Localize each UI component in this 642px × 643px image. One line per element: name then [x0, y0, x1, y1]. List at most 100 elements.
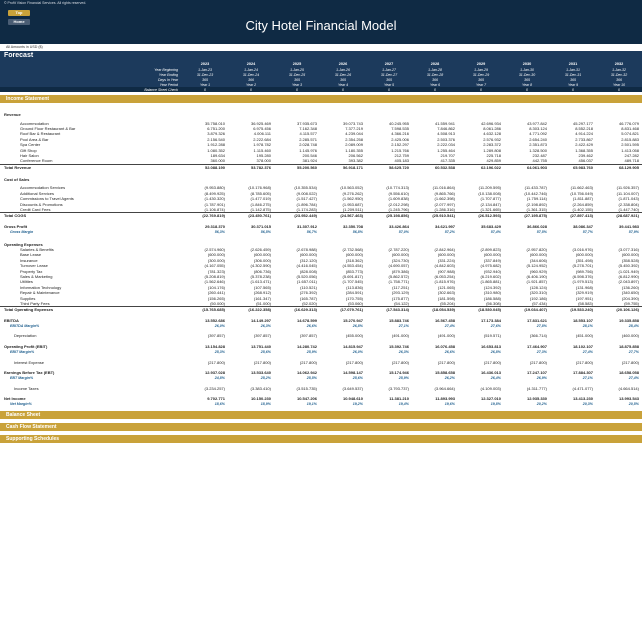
income-statement-section[interactable]: Income Statement [0, 95, 642, 103]
row-spacer [0, 234, 642, 239]
total-opex-row-cell: (17.543.314) [386, 307, 409, 313]
timeline-cell: 1-Jan-30 [520, 67, 534, 72]
balance-sheet-section[interactable]: Balance Sheet [0, 410, 642, 419]
ebt-margin-row: EBT Margin% 24,8% 25,2% 25,5% 25,6% 25,9% 26,2… [0, 375, 642, 380]
net-margin-row-cell: 20,5% [628, 402, 639, 407]
total-cogs-row-cell: (27.897.413) [570, 213, 593, 219]
cash-flow-section[interactable]: Cash Flow Statement [0, 422, 642, 431]
supporting-schedules-section[interactable]: Supporting Schedules [0, 434, 642, 443]
timeline-cell: 31-Dec-32 [610, 72, 628, 77]
revenue-row-cell: 4.006.111 [253, 131, 271, 137]
revenue-row-cell: 417.335 [440, 158, 455, 164]
revenue-row: Conference Room 360.000 378.000 381.924 393.… [0, 158, 642, 163]
cost-of-sales-row-cell: (1.953.687) [342, 201, 363, 207]
timeline-cell: 365 [294, 77, 300, 82]
opex-row-cell: (306.000) [253, 257, 271, 263]
ebt-margin-row-cell: 25,5% [306, 375, 317, 380]
timeline-cell: 31-Dec-26 [334, 72, 352, 77]
revenue-row-cell: 5.074.821 [621, 131, 639, 137]
interest-expense-row-cell: (217.800) [529, 359, 547, 365]
opex-row-cell: (2.899.823) [480, 247, 501, 252]
timeline-row: Year Ending 31-Dec-23 31-Dec-24 31-Dec-25 31… [0, 72, 642, 77]
net-income-row-cell: 12.935.330 [526, 396, 547, 402]
gross-margin-row-cell: 56,8% [352, 229, 363, 234]
total-opex-row-cell: (15.765.685) [202, 307, 225, 313]
ebit-row-label: Operating Profit (EBIT) [4, 343, 48, 349]
top-button[interactable]: Top [8, 10, 30, 16]
ebt-margin-row-cell: 27,1% [582, 375, 593, 380]
net-margin-row-cell: 18,6% [214, 402, 225, 407]
income-taxes-row: Income Taxes (3.234.257) (3.383.410) (3.515… [0, 386, 642, 391]
opex-row-label: Turnover Lease [20, 263, 48, 269]
revenue-row-cell: 4.239.044 [345, 131, 363, 137]
ebit-margin-row-cell: 26,8% [490, 349, 501, 354]
ebitda-row-cell: 14.149.297 [250, 317, 271, 323]
opex-row-cell: (600.000) [621, 252, 639, 258]
timeline-row-label: Year Period [159, 82, 178, 87]
cost-of-sales-row-cell: (1.142.875) [250, 207, 271, 213]
opex-row-cell: (302.663) [437, 290, 455, 296]
cost-of-sales-row-cell: (8.499.925) [204, 190, 225, 196]
opex-row-cell: (310.980) [483, 290, 501, 296]
opex-row-cell: (4.302.590) [250, 263, 271, 269]
revenue-row-cell: 42.696.934 [480, 120, 501, 126]
timeline-cell: 365 [202, 77, 208, 82]
timeline-cell: 31-Dec-23 [196, 72, 214, 77]
ebt-margin-row-label: EBT Margin% [10, 375, 34, 380]
gross-profit-row-cell: 36.866.028 [526, 223, 547, 229]
revenue-row-cell: 2.654.240 [529, 136, 547, 142]
ebit-row-cell: 14.280.742 [296, 343, 317, 349]
ebit-row: Operating Profit (EBIT) 13.154.828 13.751.… [0, 344, 642, 349]
total-cogs-row-cell: (26.512.593) [478, 213, 501, 219]
depreciation-row-cell: (519.571) [483, 333, 501, 339]
revenue-header-label: Revenue [4, 112, 21, 118]
opex-row-cell: (284.591) [345, 290, 363, 296]
net-margin-row-cell: 19,1% [306, 402, 317, 407]
opex-row-label: Property Tax [20, 268, 43, 274]
timeline-cell: 365 [386, 77, 392, 82]
cost-of-sales-row: Credit Card Fees (1.106.874) (1.142.875) (1… [0, 207, 642, 212]
revenue-row-label: Roof Bar & Restaurant [20, 131, 61, 137]
ebt-row-cell: 13.533.640 [250, 370, 271, 376]
depreciation-row-cell: (455.000) [345, 333, 363, 339]
cost-of-sales-row-cell: (1.361.315) [526, 207, 547, 213]
net-margin-row-cell: 20,3% [582, 402, 593, 407]
opex-row-cell: (131.968) [575, 284, 593, 290]
ebit-row-cell: 13.154.828 [204, 343, 225, 349]
ebt-margin-row-cell: 24,8% [214, 375, 225, 380]
opex-row-cell: (5.691.817) [342, 273, 363, 279]
revenue-row-cell: 4.914.224 [575, 131, 593, 137]
timeline-cell: Year 6 [429, 82, 441, 87]
opex-row-label: Salaries & Benefits [20, 247, 54, 252]
gross-profit-row-cell: 32.350.708 [342, 223, 363, 229]
opex-row-cell: (4.690.057) [388, 263, 409, 269]
ebit-row-cell: 16.076.458 [434, 343, 455, 349]
revenue-row-cell: 46.776.079 [618, 120, 639, 126]
opex-row-label: Supplies [20, 295, 36, 301]
revenue-row-cell: 39.073.743 [342, 120, 363, 126]
ebitda-row-label: EBITDA [4, 317, 19, 323]
revenue-row-cell: 442.755 [532, 158, 547, 164]
ebt-row-cell: 14.598.147 [342, 370, 363, 376]
year-header-cell: 2026 [338, 62, 348, 66]
total-revenue-row-label: Total Revenue [4, 164, 32, 170]
total-cogs-row: Total COGS (22.769.819) (23.450.761) (23.95… [0, 212, 642, 218]
net-income-row-label: Net Income [4, 396, 26, 402]
opex-row-cell: (6.598.376) [572, 273, 593, 279]
timeline-cell: 365 [478, 77, 484, 82]
top-banner: © Profit Vision Financial Services. All … [0, 0, 642, 44]
balance-check-cell: 0 [572, 87, 574, 92]
cost-of-sales-row-cell: (1.447.740) [618, 207, 639, 213]
revenue-row-cell: 219.707 [440, 152, 455, 158]
revenue-row-cell: 40.245.955 [388, 120, 409, 126]
timeline-cell: Year 5 [383, 82, 395, 87]
timeline-cell: 31-Dec-28 [426, 72, 444, 77]
timeline-cell: 1-Jan-24 [244, 67, 258, 72]
timeline-cell: Year 7 [475, 82, 487, 87]
cost-of-sales-row-cell: (1.209.511) [342, 207, 363, 213]
opex-row-cell: (1.921.857) [526, 279, 547, 285]
opex-row-cell: (1.657.011) [296, 279, 317, 285]
income-taxes-row-cell: (3.234.257) [204, 385, 225, 391]
total-cogs-row-cell: (25.198.856) [386, 213, 409, 219]
cost-of-sales-row-cell: (1.174.283) [296, 207, 317, 213]
